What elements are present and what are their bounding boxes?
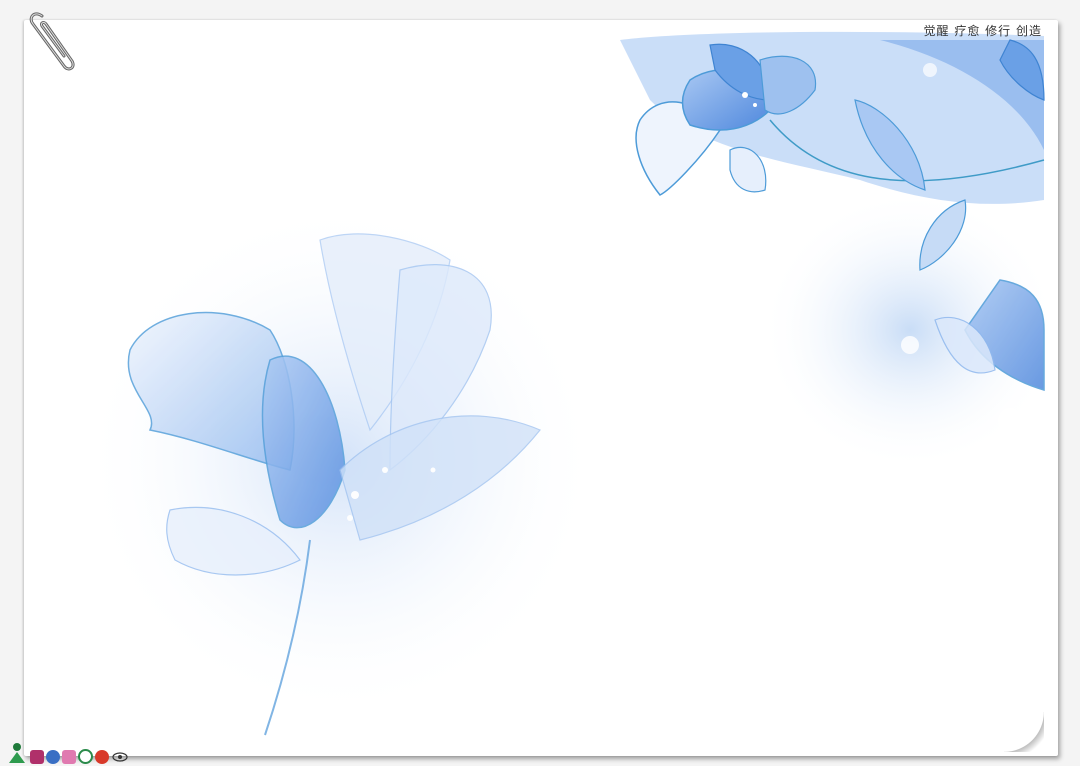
eye-icon — [112, 752, 128, 762]
image-icon — [62, 750, 76, 764]
header-tagline: 觉醒 疗愈 修行 创造 — [923, 24, 1042, 38]
heart-icon — [30, 750, 44, 764]
flower-icon — [95, 750, 109, 764]
globe-icon — [46, 750, 60, 764]
bottom-icon-strip — [6, 740, 129, 764]
circle-icon — [78, 749, 93, 764]
paperclip-icon — [29, 12, 75, 71]
person-icon — [9, 743, 25, 763]
slide-canvas: 觉醒 疗愈 修行 创造 — [0, 0, 1080, 766]
floral-artwork — [80, 31, 1058, 736]
